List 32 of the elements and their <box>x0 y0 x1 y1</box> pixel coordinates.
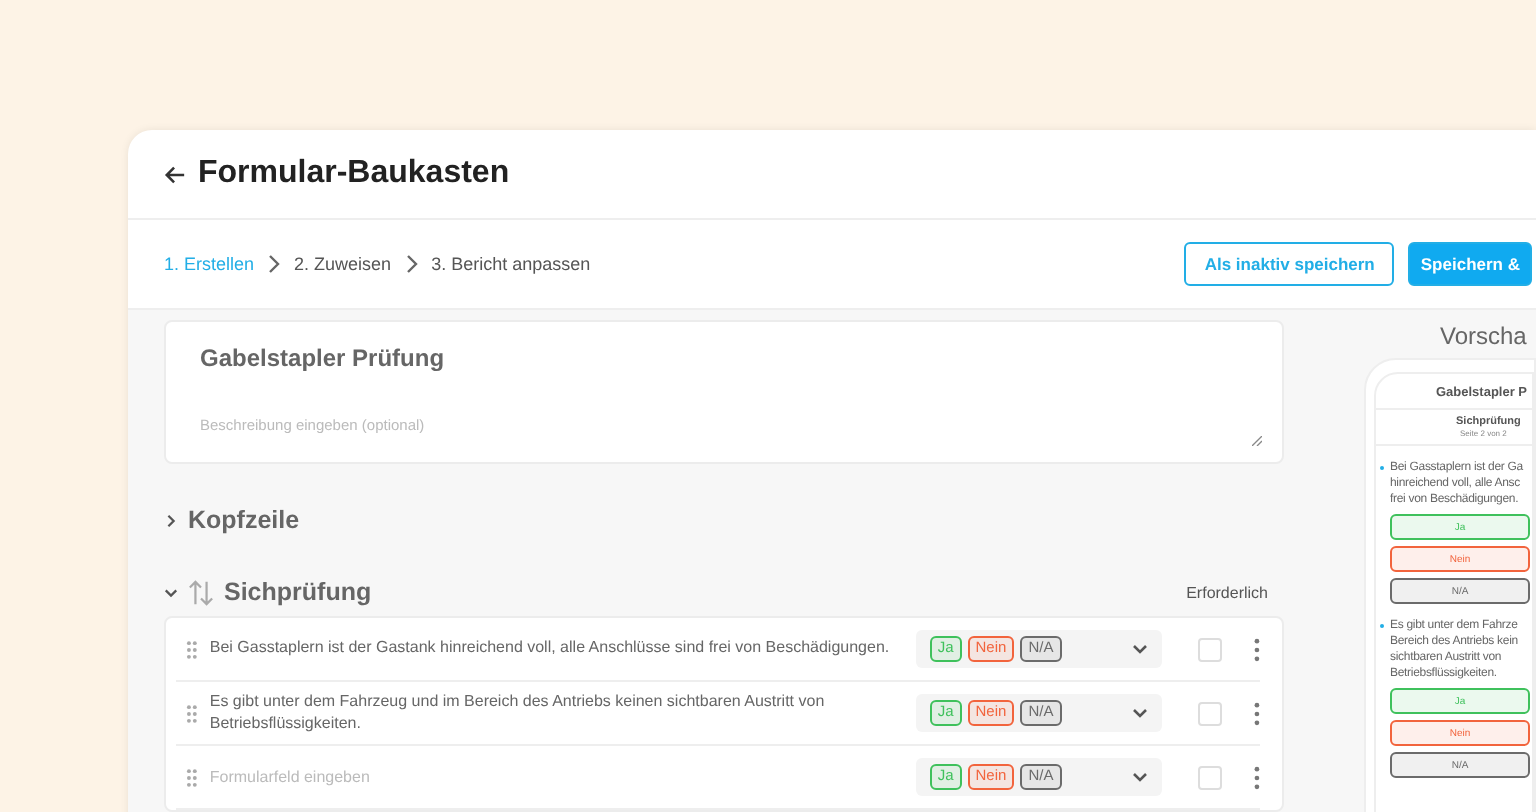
back-arrow-icon[interactable] <box>164 163 186 185</box>
chevron-down-icon[interactable] <box>164 585 178 599</box>
chevron-down-icon <box>1132 643 1149 655</box>
chevron-right-icon <box>268 254 281 274</box>
page-title: Formular-Baukasten <box>198 156 510 192</box>
section-title: Kopfzeile <box>188 506 300 534</box>
required-checkbox[interactable] <box>1198 701 1223 725</box>
preview-heading: Vorscha <box>1440 320 1529 352</box>
chevron-down-icon <box>1132 707 1149 719</box>
drag-handle-icon[interactable] <box>186 703 198 723</box>
save-button[interactable]: Als inaktiv speichern <box>1184 242 1395 286</box>
chevron-down-icon <box>1132 771 1149 783</box>
required-checkbox[interactable] <box>1198 637 1223 661</box>
question-text: Es gibt unter dem Fahrzeug und im Bereich des Antriebs keinen sichtbaren Austritt von Betriebsflüssigkeiten. <box>209 692 827 734</box>
more-icon[interactable] <box>1254 701 1261 725</box>
form-title-field[interactable]: Gabelstapler Prüfung <box>182 322 1266 390</box>
step-link[interactable]: 1. Erstellen <box>164 254 255 274</box>
step-link[interactable]: 2. Zuweisen <box>294 254 392 274</box>
required-checkbox[interactable] <box>1198 765 1223 789</box>
chevron-right-icon <box>405 254 418 274</box>
drag-handle-icon[interactable] <box>186 639 198 659</box>
resize-handle-icon[interactable] <box>1252 436 1262 446</box>
save-button[interactable]: Speichern & <box>1408 242 1532 286</box>
more-icon[interactable] <box>1254 765 1261 789</box>
sort-icon[interactable] <box>188 579 214 605</box>
step-link[interactable]: 3. Bericht anpassen <box>431 254 591 274</box>
section-title: Sichprüfung <box>224 578 372 606</box>
column-label: Erforderlich <box>1186 583 1268 601</box>
more-icon[interactable] <box>1254 637 1261 661</box>
question-text: Bei Gasstaplern ist der Gastank hinreichend voll, alle Anschlüsse sind frei von Beschädigungen. <box>209 638 892 660</box>
drag-handle-icon[interactable] <box>186 767 198 787</box>
chevron-right-icon[interactable] <box>164 513 178 527</box>
